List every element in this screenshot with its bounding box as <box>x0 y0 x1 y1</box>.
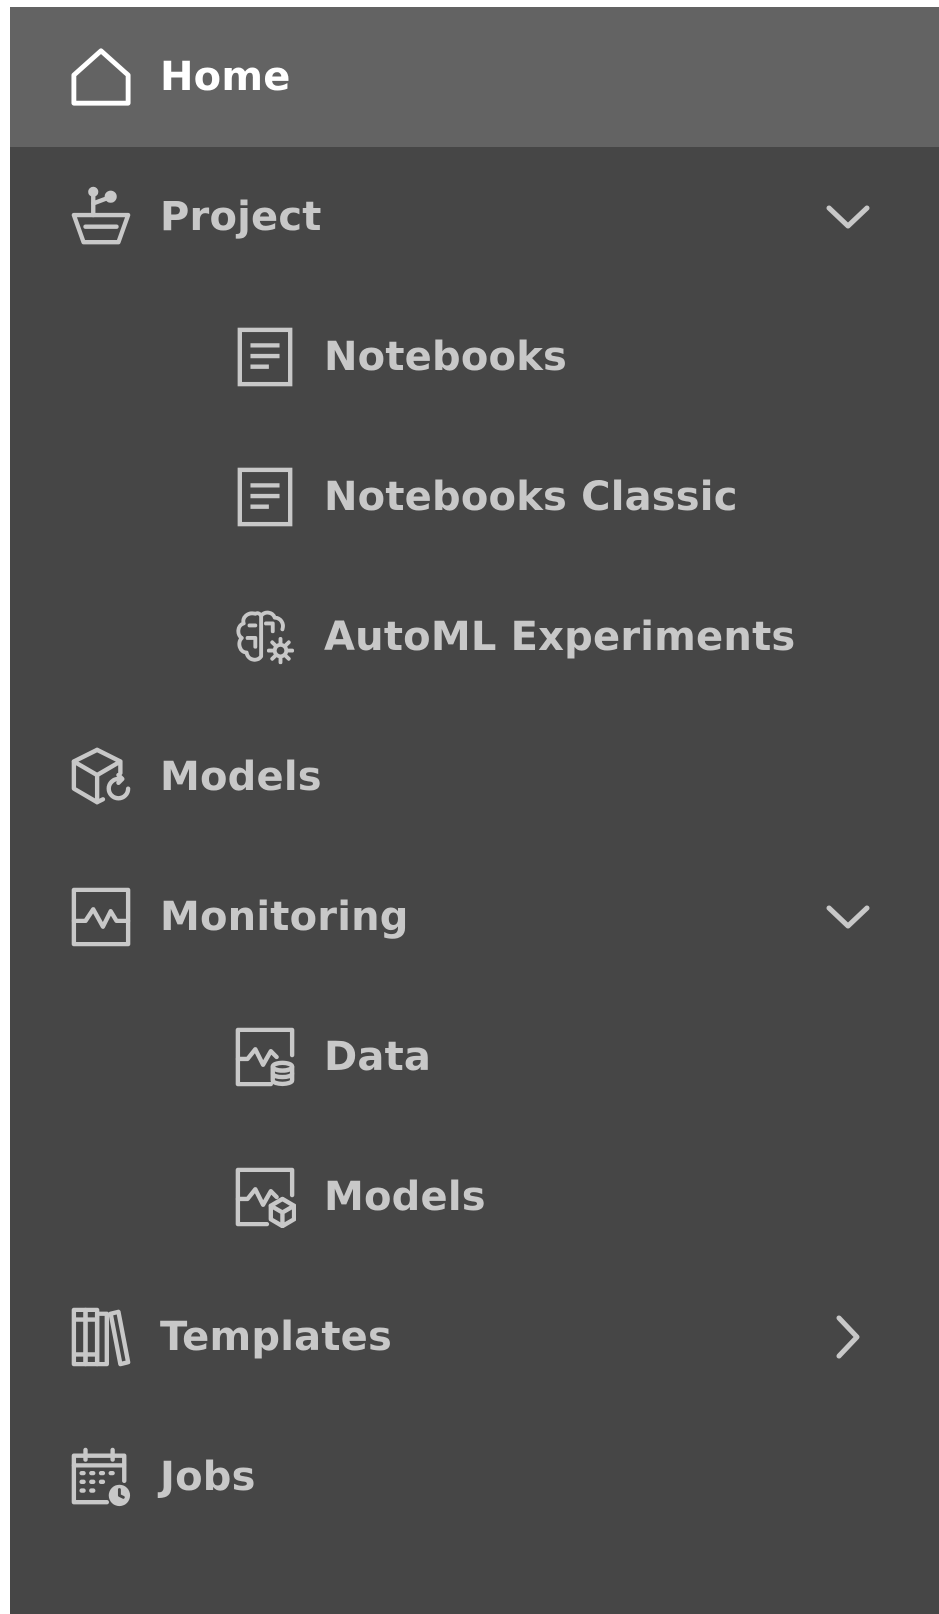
brain-gear-icon <box>234 606 296 668</box>
model-cube-icon <box>70 746 132 808</box>
nav-item-monitoring[interactable]: Monitoring <box>10 847 939 987</box>
notebook-icon <box>234 326 296 388</box>
nav-item-label: Project <box>160 194 322 240</box>
home-icon <box>70 46 132 108</box>
nav-item-models[interactable]: Models <box>10 707 939 847</box>
nav-item-home[interactable]: Home <box>10 7 939 147</box>
chevron-down-icon[interactable] <box>823 192 873 242</box>
nav-item-notebooks[interactable]: Notebooks <box>10 287 939 427</box>
nav-item-label: Templates <box>160 1314 392 1360</box>
nav-item-project[interactable]: Project <box>10 147 939 287</box>
nav-item-notebooks-classic[interactable]: Notebooks Classic <box>10 427 939 567</box>
monitoring-chart-icon <box>70 886 132 948</box>
nav-item-label: Jobs <box>160 1454 256 1500</box>
monitoring-models-icon <box>234 1166 296 1228</box>
jobs-calendar-icon <box>70 1446 132 1508</box>
nav-item-label: Data <box>324 1034 432 1080</box>
nav-item-monitoring-data[interactable]: Data <box>10 987 939 1127</box>
sidebar-nav: Home Project Notebooks Notebooks Classic… <box>10 7 939 1614</box>
nav-item-label: AutoML Experiments <box>324 614 796 660</box>
nav-item-templates[interactable]: Templates <box>10 1267 939 1407</box>
nav-item-label: Models <box>160 754 322 800</box>
chevron-right-icon[interactable] <box>823 1312 873 1362</box>
nav-item-label: Notebooks Classic <box>324 474 738 520</box>
nav-item-label: Models <box>324 1174 486 1220</box>
nav-item-label: Monitoring <box>160 894 409 940</box>
nav-item-automl-experiments[interactable]: AutoML Experiments <box>10 567 939 707</box>
nav-item-jobs[interactable]: Jobs <box>10 1407 939 1547</box>
templates-books-icon <box>70 1306 132 1368</box>
nav-item-label: Home <box>160 54 291 100</box>
project-icon <box>70 186 132 248</box>
chevron-down-icon[interactable] <box>823 892 873 942</box>
notebook-icon <box>234 466 296 528</box>
monitoring-data-icon <box>234 1026 296 1088</box>
nav-item-monitoring-models[interactable]: Models <box>10 1127 939 1267</box>
nav-item-label: Notebooks <box>324 334 568 380</box>
